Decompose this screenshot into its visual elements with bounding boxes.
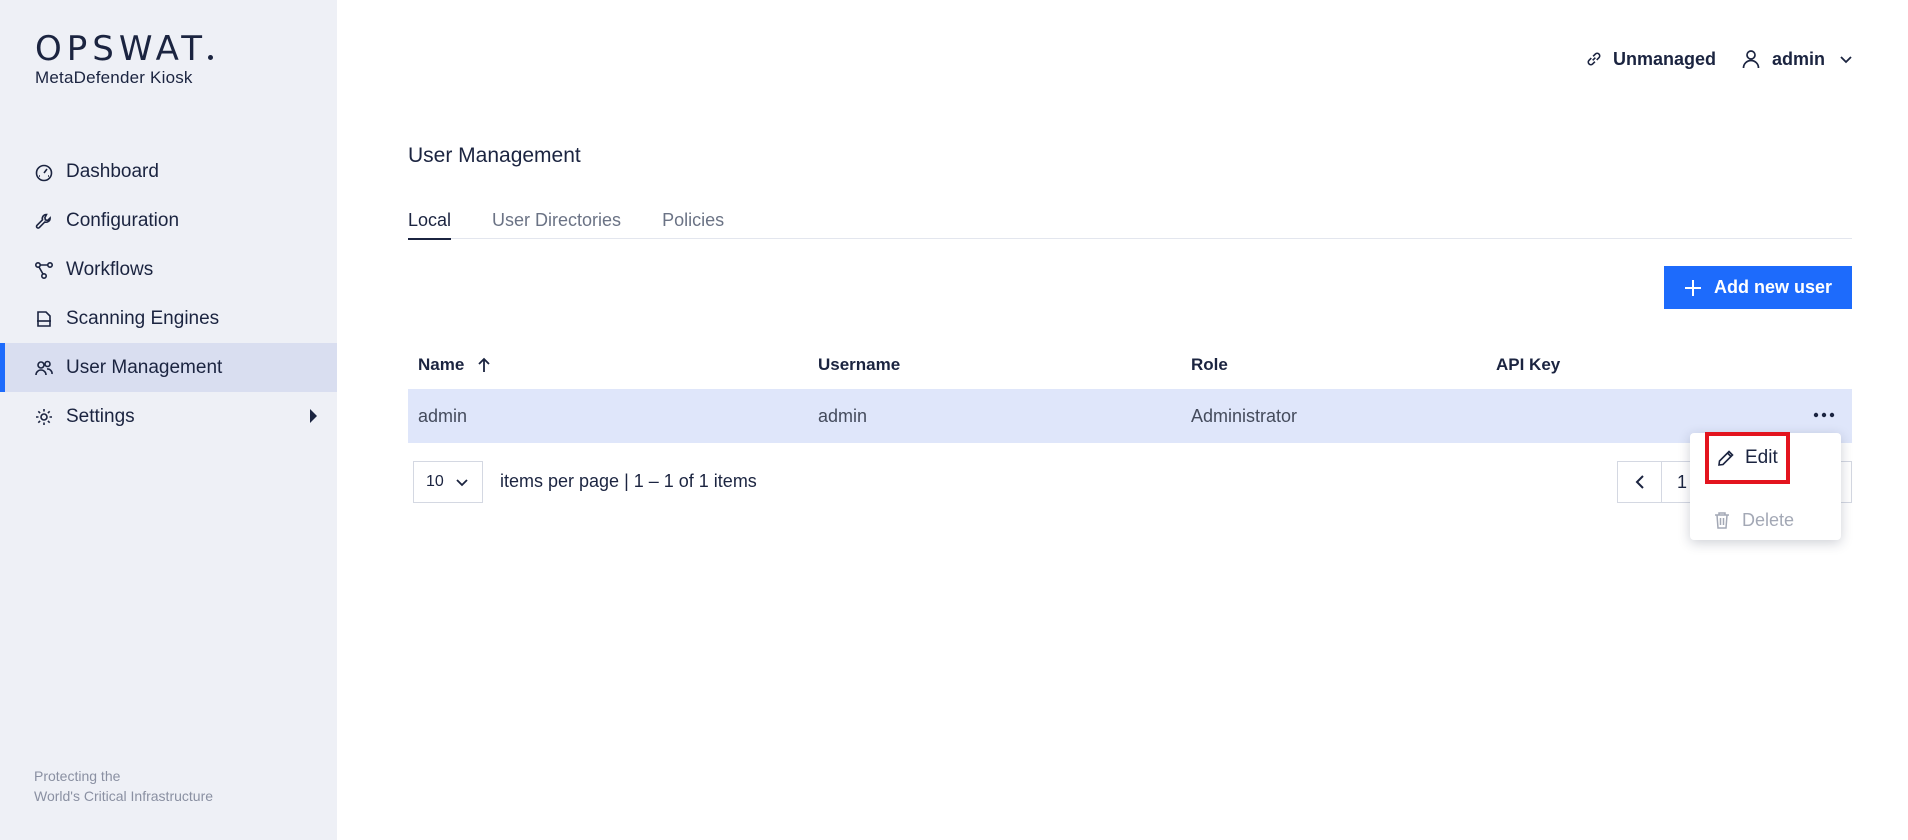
tab-user-directories[interactable]: User Directories: [492, 208, 621, 239]
logo-wordmark: OPSWAT: [35, 32, 213, 66]
delete-menu-item[interactable]: Delete: [1690, 500, 1841, 540]
sidebar-footer: Protecting the World's Critical Infrastr…: [34, 766, 213, 806]
user-menu[interactable]: admin: [1740, 48, 1853, 70]
add-new-user-button[interactable]: Add new user: [1664, 266, 1852, 309]
tab-policies[interactable]: Policies: [662, 208, 724, 239]
edit-menu-item[interactable]: Edit: [1705, 432, 1790, 484]
users-icon: [34, 358, 54, 378]
sidebar-item-label: Workflows: [66, 258, 154, 280]
sidebar-item-workflows[interactable]: Workflows: [0, 245, 337, 294]
users-table: Name Username Role API Key admin admin A…: [408, 340, 1852, 443]
opswat-logo: OPSWAT MetaDefender Kiosk: [35, 32, 213, 88]
footer-line-1: Protecting the: [34, 768, 121, 784]
edit-label: Edit: [1745, 447, 1778, 468]
caret-right-icon: [310, 409, 317, 423]
page-title: User Management: [408, 144, 581, 167]
chevron-down-icon: [456, 479, 468, 487]
sidebar-item-label: Configuration: [66, 209, 180, 231]
column-header-api-key[interactable]: API Key: [1496, 355, 1560, 375]
sort-ascending-icon: [478, 357, 490, 373]
sidebar-item-configuration[interactable]: Configuration: [0, 196, 337, 245]
items-per-page-value: 10: [426, 473, 444, 490]
link-icon: [1587, 52, 1601, 66]
column-header-name[interactable]: Name: [418, 355, 491, 375]
sidebar-item-label: Scanning Engines: [66, 307, 220, 329]
column-header-role[interactable]: Role: [1191, 355, 1228, 375]
plus-icon: [1684, 279, 1701, 296]
items-per-page-select[interactable]: 10: [413, 461, 483, 503]
pagination-info: items per page | 1 – 1 of 1 items: [500, 471, 757, 491]
sidebar-nav: Dashboard Configuration Workflows Scanni…: [0, 147, 337, 441]
chevron-left-icon: [1635, 475, 1644, 489]
cell-role: Administrator: [1191, 405, 1298, 426]
sidebar: OPSWAT MetaDefender Kiosk Dashboard Conf…: [0, 0, 337, 840]
sidebar-item-label: Dashboard: [66, 160, 159, 182]
wrench-icon: [34, 211, 54, 231]
user-menu-label: admin: [1771, 48, 1825, 69]
delete-label: Delete: [1742, 509, 1795, 530]
product-name: MetaDefender Kiosk: [35, 68, 193, 87]
sidebar-item-dashboard[interactable]: Dashboard: [0, 147, 337, 196]
sidebar-item-settings[interactable]: Settings: [0, 392, 337, 441]
previous-page-button[interactable]: [1618, 462, 1662, 502]
pencil-icon: [1718, 450, 1734, 466]
column-header-username[interactable]: Username: [818, 355, 900, 375]
scanning-engines-icon: [34, 309, 54, 329]
cell-username: admin: [818, 405, 868, 426]
tab-local[interactable]: Local: [408, 208, 452, 240]
chevron-down-icon: [1840, 56, 1852, 64]
trash-icon: [1715, 512, 1729, 529]
pagination: 10 items per page | 1 – 1 of 1 items 1: [408, 461, 1852, 503]
ellipsis-icon: [1813, 412, 1835, 418]
sidebar-item-label: User Management: [66, 356, 223, 378]
workflow-icon: [34, 260, 54, 280]
cell-name: admin: [418, 405, 468, 426]
tab-bar: Local User Directories Policies: [408, 208, 1852, 240]
more-actions-button[interactable]: [1812, 405, 1836, 425]
sidebar-item-user-management[interactable]: User Management: [0, 343, 337, 392]
add-new-user-label: Add new user: [1713, 277, 1833, 297]
header-actions: Unmanaged admin: [1561, 48, 1853, 70]
sidebar-item-scanning-engines[interactable]: Scanning Engines: [0, 294, 337, 343]
gear-icon: [34, 407, 54, 427]
management-status[interactable]: Unmanaged: [1585, 49, 1716, 70]
user-icon: [1742, 50, 1760, 69]
footer-line-2: World's Critical Infrastructure: [34, 788, 214, 804]
dashboard-icon: [34, 162, 54, 182]
table-row[interactable]: admin admin Administrator: [408, 389, 1852, 443]
management-status-label: Unmanaged: [1612, 48, 1716, 69]
sidebar-item-label: Settings: [66, 405, 135, 427]
table-header: Name Username Role API Key: [408, 340, 1852, 389]
